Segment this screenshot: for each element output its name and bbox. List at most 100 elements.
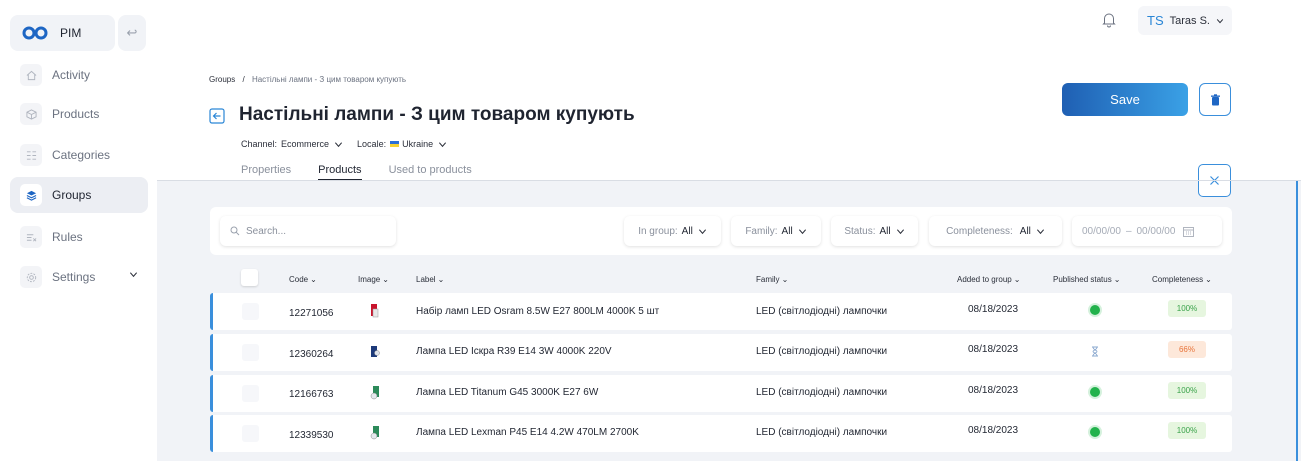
cell-added: 08/18/2023 (968, 304, 1019, 315)
column-header-image[interactable]: Image ⌄ (358, 275, 389, 284)
date-separator: – (1125, 225, 1132, 237)
sidebar-item-label: Settings (52, 270, 96, 284)
column-header-added[interactable]: Added to group ⌄ (957, 275, 1020, 284)
filter-value: All (681, 225, 693, 237)
date-from: 00/00/00 (1082, 225, 1121, 237)
app-brand[interactable]: PIM (10, 15, 115, 51)
row-checkbox[interactable] (242, 303, 259, 320)
cell-family: LED (світлодіодні) лампочки (756, 427, 888, 438)
chevron-down-icon: ⌄ (1205, 275, 1212, 284)
column-header-label[interactable]: Label ⌄ (416, 275, 444, 284)
trash-icon (1210, 93, 1220, 105)
column-header-code[interactable]: Code ⌄ (289, 275, 317, 284)
chevron-down-icon (439, 141, 447, 147)
sidebar-item-label: Categories (52, 148, 111, 162)
delete-button[interactable] (1199, 83, 1231, 116)
select-all-checkbox[interactable] (241, 269, 258, 286)
app-name: PIM (60, 26, 82, 40)
locale-label: Locale: (357, 139, 387, 149)
locale-select[interactable]: Locale: Ukraine (357, 139, 447, 149)
cell-code: 12271056 (289, 308, 334, 319)
tab-bar: Properties Products Used to products (241, 164, 499, 180)
chevron-down-icon (1036, 228, 1044, 234)
filter-value: All (1019, 225, 1031, 237)
table-row[interactable]: 12271056 Набір ламп LED Osram 8.5W E27 8… (210, 293, 1232, 330)
page-header: Groups / Настільні лампи - З цим товаром… (157, 42, 1301, 197)
sidebar: PIM ↩ Activity Products Categories Group… (0, 0, 157, 461)
list-icon (20, 144, 42, 166)
page-title: Настільні лампи - З цим товаром купують (239, 104, 635, 125)
cell-family: LED (світлодіодні) лампочки (756, 387, 888, 398)
column-header-family[interactable]: Family ⌄ (756, 275, 788, 284)
table-row[interactable]: 12339530 Лампа LED Lexman P45 E14 4.2W 4… (210, 415, 1232, 452)
table-row[interactable]: 12360264 Лампа LED Іскра R39 E14 3W 4000… (210, 334, 1232, 371)
row-checkbox[interactable] (242, 425, 259, 442)
column-header-published[interactable]: Published status ⌄ (1053, 275, 1120, 284)
tab-used-to-products[interactable]: Used to products (389, 164, 472, 180)
column-title: Added to group (957, 275, 1012, 284)
cell-code: 12166763 (289, 389, 334, 400)
sidebar-item-products[interactable]: Products (10, 96, 148, 132)
ukraine-flag-icon (390, 141, 400, 147)
published-status-icon (1090, 387, 1100, 397)
top-bar (157, 0, 1301, 42)
calendar-icon (1183, 226, 1195, 237)
save-button[interactable]: Save (1062, 83, 1188, 116)
notifications-bell-icon[interactable] (1101, 11, 1117, 33)
table-row[interactable]: 12166763 Лампа LED Titanum G45 3000K E27… (210, 375, 1232, 412)
chevron-down-icon (1216, 18, 1224, 23)
date-to: 00/00/00 (1136, 225, 1176, 237)
filter-label: Completeness: (946, 225, 1013, 237)
cell-family: LED (світлодіодні) лампочки (756, 346, 888, 357)
scrollbar[interactable] (1296, 181, 1298, 461)
breadcrumb-link-groups[interactable]: Groups (209, 75, 235, 84)
sidebar-item-settings[interactable]: Settings (10, 259, 148, 295)
column-header-completeness[interactable]: Completeness ⌄ (1152, 275, 1212, 284)
logo-icon (22, 26, 48, 40)
chevron-down-icon: ⌄ (382, 275, 389, 284)
sidebar-item-activity[interactable]: Activity (10, 57, 148, 93)
date-range-picker[interactable]: 00/00/00 – 00/00/00 (1072, 216, 1222, 246)
breadcrumb: Groups / Настільні лампи - З цим товаром… (209, 75, 406, 84)
channel-select[interactable]: Channel: Ecommerce (241, 139, 343, 149)
row-checkbox[interactable] (242, 344, 259, 361)
cell-added: 08/18/2023 (968, 425, 1019, 436)
search-box[interactable] (220, 216, 396, 246)
header-divider (157, 180, 1301, 181)
collapse-sidebar-button[interactable]: ↩ (118, 15, 146, 51)
sidebar-item-categories[interactable]: Categories (10, 137, 148, 173)
search-icon (230, 226, 240, 236)
filter-status[interactable]: Status: All (831, 216, 918, 246)
completeness-badge: 66% (1168, 341, 1206, 358)
chevron-down-icon (334, 141, 343, 147)
tab-products[interactable]: Products (318, 164, 362, 180)
published-status-icon (1090, 427, 1100, 437)
chevron-down-icon: ⌄ (1113, 275, 1121, 284)
sidebar-item-rules[interactable]: Rules (10, 219, 148, 255)
sidebar-item-label: Rules (52, 230, 83, 244)
sidebar-item-label: Products (52, 107, 100, 121)
search-input[interactable] (246, 225, 386, 237)
filter-bar: In group: All Family: All Status: All Co… (210, 207, 1232, 255)
filter-value: All (781, 225, 793, 237)
box-icon (20, 103, 42, 125)
completeness-badge: 100% (1168, 300, 1206, 317)
sidebar-item-groups[interactable]: Groups (10, 177, 148, 213)
tab-properties[interactable]: Properties (241, 164, 291, 180)
home-icon (20, 64, 42, 86)
product-thumbnail (371, 346, 380, 357)
context-selectors: Channel: Ecommerce Locale: Ukraine (241, 139, 447, 149)
user-menu[interactable]: TS Taras S. (1138, 6, 1232, 35)
chevron-down-icon: ⌄ (1013, 275, 1021, 284)
sidebar-item-label: Groups (52, 188, 92, 202)
column-title: Label (416, 275, 436, 284)
row-checkbox[interactable] (242, 385, 259, 402)
filter-family[interactable]: Family: All (731, 216, 821, 246)
user-name: Taras S. (1169, 14, 1210, 27)
filter-label: Family: (745, 225, 778, 237)
sidebar-item-label: Activity (52, 68, 91, 82)
back-arrow-icon[interactable] (209, 108, 225, 129)
breadcrumb-current: Настільні лампи - З цим товаром купують (251, 75, 407, 84)
filter-in-group[interactable]: In group: All (624, 216, 721, 246)
filter-completeness[interactable]: Completeness: All (929, 216, 1062, 246)
